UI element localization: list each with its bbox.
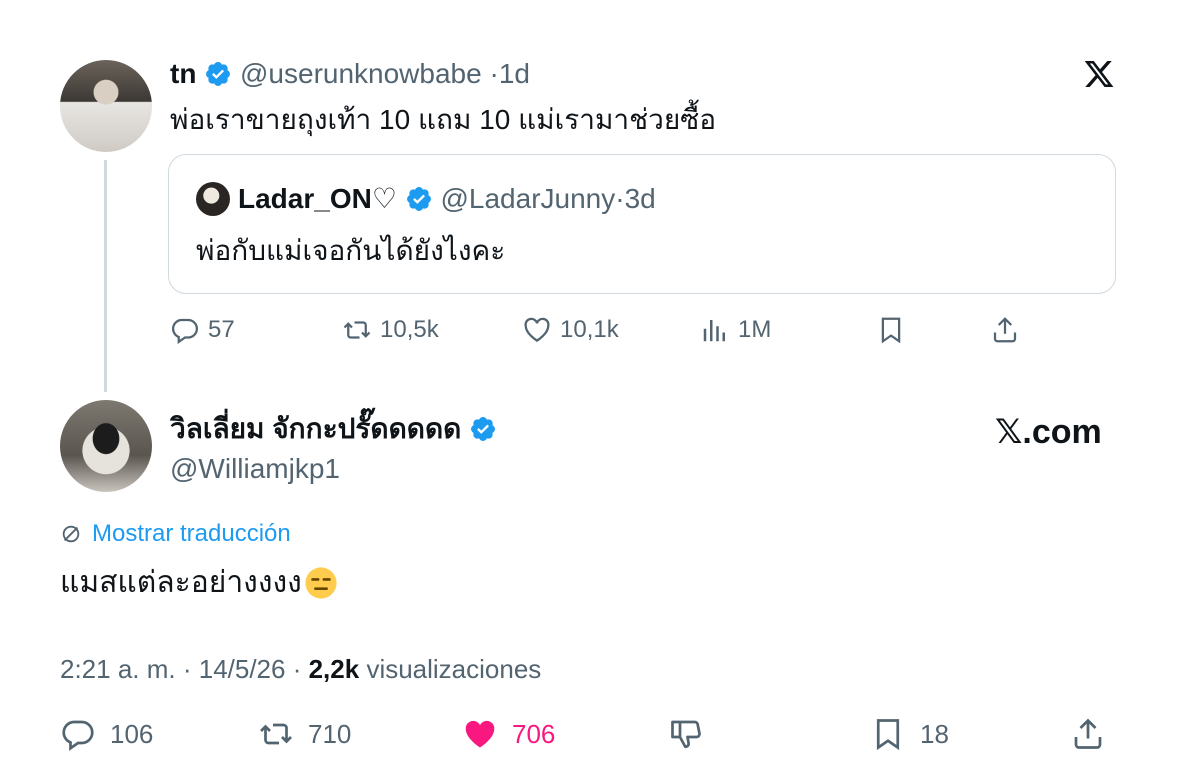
main-tweet-text-row: แมสแต่ละอย่างงงง bbox=[60, 564, 338, 602]
reply-count: 106 bbox=[110, 718, 154, 749]
share-icon bbox=[1074, 718, 1102, 749]
main-author-handle[interactable]: @Williamjkp1 bbox=[170, 452, 340, 486]
reply-icon bbox=[171, 318, 199, 345]
x-logo-icon[interactable] bbox=[1083, 58, 1115, 90]
share-button[interactable] bbox=[1070, 714, 1120, 754]
bookmark-icon bbox=[876, 719, 900, 751]
quoted-tweet-text: พ่อกับแม่เจอกันได้ยังไงคะ bbox=[196, 235, 506, 266]
repost-icon bbox=[260, 723, 292, 745]
separator-dot: · bbox=[615, 183, 625, 214]
bookmark-count: 18 bbox=[920, 718, 949, 749]
verified-badge-icon bbox=[406, 187, 431, 211]
tweet-author-row: tn @userunknowbabe ·1d bbox=[170, 58, 530, 90]
repost-count: 710 bbox=[308, 718, 352, 749]
bookmark-button[interactable] bbox=[876, 312, 914, 348]
translate-icon bbox=[62, 525, 80, 543]
views-count: 2,2k bbox=[308, 654, 360, 684]
like-button[interactable]: 10,1k bbox=[522, 312, 619, 348]
quoted-author-row: Ladar_ON♡ @LadarJunny·3d bbox=[238, 182, 656, 216]
reply-icon bbox=[62, 720, 94, 751]
separator-dot: · bbox=[489, 58, 499, 89]
expressionless-emoji-icon bbox=[305, 567, 337, 599]
main-tweet-text: แมสแต่ละอย่างงงง bbox=[60, 566, 302, 599]
repost-button[interactable]: 710 bbox=[258, 714, 351, 754]
quoted-tweet-time: 3d bbox=[624, 183, 656, 214]
like-icon bbox=[465, 720, 495, 748]
verified-badge-icon bbox=[206, 62, 231, 86]
quoted-author-handle: @LadarJunny bbox=[440, 183, 616, 214]
translate-label: Mostrar traducción bbox=[92, 520, 291, 547]
views-button[interactable]: 1M bbox=[700, 312, 771, 348]
repost-button[interactable]: 10,5k bbox=[342, 312, 439, 348]
share-icon bbox=[993, 317, 1017, 343]
translate-link[interactable]: Mostrar traducción bbox=[60, 518, 291, 550]
quoted-tweet-card[interactable] bbox=[168, 154, 1116, 294]
like-button[interactable]: 706 bbox=[462, 714, 555, 754]
tweet-time[interactable]: 1d bbox=[499, 58, 530, 89]
tweet-text: พ่อเราขายถุงเท้า 10 แถม 10 แม่เรามาช่วยซ… bbox=[170, 104, 717, 135]
views-label: visualizaciones bbox=[366, 654, 542, 684]
reply-button[interactable]: 57 bbox=[170, 312, 235, 348]
reply-button[interactable]: 106 bbox=[60, 714, 153, 754]
avatar-ladar[interactable] bbox=[196, 182, 230, 216]
avatar-william[interactable] bbox=[60, 400, 152, 492]
author-name[interactable]: tn bbox=[170, 58, 196, 89]
verified-badge-icon bbox=[471, 417, 496, 441]
thread-line bbox=[104, 160, 107, 392]
dislike-icon bbox=[671, 720, 701, 749]
views-count: 1M bbox=[738, 316, 772, 343]
bookmark-button[interactable]: 18 bbox=[870, 714, 949, 754]
repost-icon bbox=[343, 321, 371, 339]
tweet-time[interactable]: 2:21 a. m. bbox=[60, 654, 176, 684]
x-com-watermark: 𝕏.com bbox=[995, 413, 1102, 451]
quoted-author-name: Ladar_ON♡ bbox=[238, 183, 397, 214]
main-author-name[interactable]: วิลเลี่ยม จักกะปรั๊ดดดดด bbox=[170, 413, 461, 444]
like-count: 706 bbox=[512, 718, 556, 749]
tweet-date[interactable]: 14/5/26 bbox=[199, 654, 286, 684]
bookmark-icon bbox=[881, 317, 901, 344]
main-author-row: วิลเลี่ยม จักกะปรั๊ดดดดด bbox=[170, 412, 497, 446]
author-handle[interactable]: @userunknowbabe bbox=[240, 58, 482, 89]
reply-count: 57 bbox=[208, 316, 235, 343]
repost-count: 10,5k bbox=[380, 316, 439, 343]
like-icon bbox=[524, 317, 550, 342]
like-count: 10,1k bbox=[560, 316, 619, 343]
share-button[interactable] bbox=[990, 312, 1028, 348]
avatar-tn[interactable] bbox=[60, 60, 152, 152]
views-icon bbox=[703, 320, 725, 342]
dislike-button[interactable] bbox=[668, 714, 718, 754]
tweet-timestamp: 2:21 a. m. · 14/5/26 · 2,2k visualizacio… bbox=[60, 654, 542, 684]
